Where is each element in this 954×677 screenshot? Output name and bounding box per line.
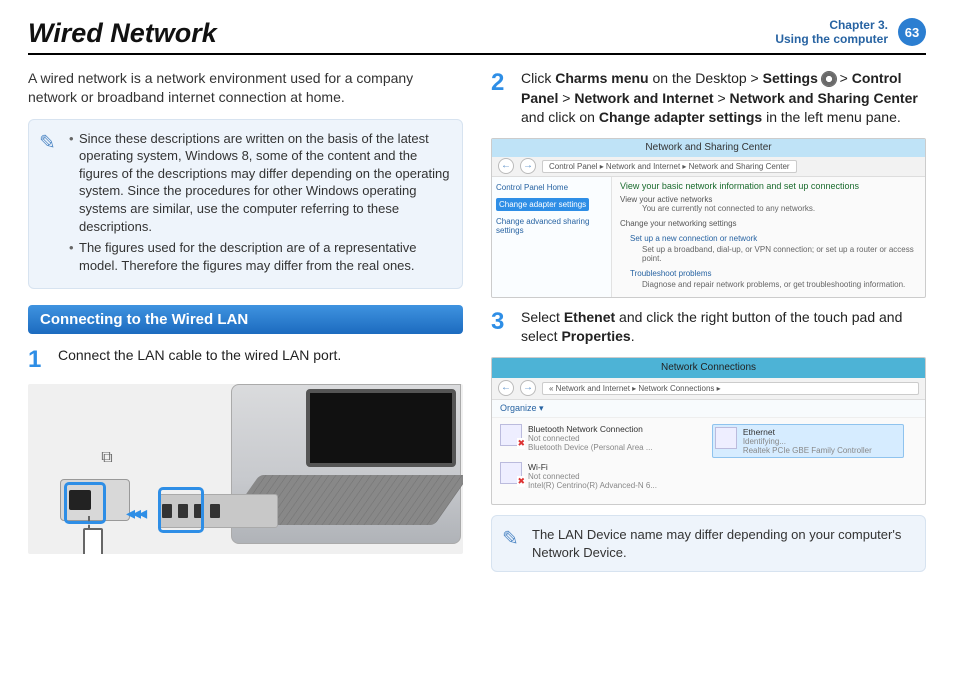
connection-item-wifi[interactable]: Wi-Fi Not connected Intel(R) Centrino(R)…: [500, 462, 692, 490]
note-bullet: Since these descriptions are written on …: [69, 130, 450, 235]
note-text: The LAN Device name may differ depending…: [532, 527, 901, 560]
network-icon: ⧉: [96, 449, 118, 471]
figure-network-connections: Network Connections ← → « Network and In…: [491, 357, 926, 505]
step-number: 2: [491, 69, 511, 128]
pencil-note-icon: ✎: [502, 526, 519, 553]
nav-bar: ← → Control Panel ▸ Network and Internet…: [492, 157, 925, 177]
nav-bar: ← → « Network and Internet ▸ Network Con…: [492, 378, 925, 400]
breadcrumb[interactable]: Control Panel ▸ Network and Internet ▸ N…: [542, 160, 797, 173]
page-title: Wired Network: [28, 18, 217, 49]
step-1: 1 Connect the LAN cable to the wired LAN…: [28, 346, 463, 374]
figure-lan-port: ⧉ ◂◂◂: [28, 384, 463, 554]
network-adapter-icon: [715, 427, 737, 449]
chapter-info: Chapter 3. Using the computer 63: [775, 18, 926, 47]
note-box: ✎ Since these descriptions are written o…: [28, 119, 463, 289]
link[interactable]: Troubleshoot problems: [630, 269, 712, 278]
status-text: You are currently not connected to any n…: [642, 204, 917, 213]
chapter-line2: Using the computer: [775, 32, 888, 46]
step-3: 3 Select Ethenet and click the right but…: [491, 308, 926, 347]
intro-text: A wired network is a network environment…: [28, 69, 463, 107]
right-column: 2 Click Charms menu on the Desktop > Set…: [491, 69, 926, 588]
lan-plug-icon: [83, 528, 103, 554]
step-text: Connect the LAN cable to the wired LAN p…: [58, 346, 341, 374]
note-box: ✎ The LAN Device name may differ dependi…: [491, 515, 926, 572]
sidebar-link-selected[interactable]: Change adapter settings: [496, 198, 589, 211]
chapter-line1: Chapter 3.: [775, 18, 888, 32]
step-number: 3: [491, 308, 511, 347]
left-column: A wired network is a network environment…: [28, 69, 463, 588]
panel-heading: View your basic network information and …: [620, 181, 917, 191]
highlight-marker: [64, 482, 106, 524]
label: View your active networks: [620, 195, 917, 204]
window-title: Network and Sharing Center: [492, 139, 925, 157]
window-title: Network Connections: [492, 358, 925, 378]
network-adapter-icon: [500, 462, 522, 484]
label: Change your networking settings: [620, 219, 917, 228]
sidebar-link[interactable]: Change advanced sharing settings: [496, 217, 607, 235]
forward-button[interactable]: →: [520, 380, 536, 396]
note-bullet: The figures used for the description are…: [69, 239, 450, 274]
step-text: Select Ethenet and click the right butto…: [521, 308, 926, 347]
back-button[interactable]: ←: [498, 380, 514, 396]
step-number: 1: [28, 346, 48, 374]
page-header: Wired Network Chapter 3. Using the compu…: [28, 18, 926, 55]
connection-item-bluetooth[interactable]: Bluetooth Network Connection Not connect…: [500, 424, 692, 458]
settings-gear-icon: [822, 72, 836, 86]
figure-network-sharing-center: Network and Sharing Center ← → Control P…: [491, 138, 926, 298]
organize-menu[interactable]: Organize ▾: [492, 400, 925, 418]
page-number-badge: 63: [898, 18, 926, 46]
section-heading: Connecting to the Wired LAN: [28, 305, 463, 334]
side-panel: Control Panel Home Change adapter settin…: [492, 177, 612, 297]
breadcrumb[interactable]: « Network and Internet ▸ Network Connect…: [542, 382, 919, 395]
sidebar-link[interactable]: Control Panel Home: [496, 183, 607, 192]
connection-item-ethernet[interactable]: Ethernet Identifying... Realtek PCIe GBE…: [712, 424, 904, 458]
forward-button[interactable]: →: [520, 158, 536, 174]
link[interactable]: Set up a new connection or network: [630, 234, 757, 243]
description: Diagnose and repair network problems, or…: [642, 280, 917, 289]
network-adapter-icon: [500, 424, 522, 446]
step-2: 2 Click Charms menu on the Desktop > Set…: [491, 69, 926, 128]
main-panel: View your basic network information and …: [612, 177, 925, 297]
pencil-note-icon: ✎: [39, 130, 56, 157]
back-button[interactable]: ←: [498, 158, 514, 174]
highlight-marker: [158, 487, 204, 533]
description: Set up a broadband, dial-up, or VPN conn…: [642, 245, 917, 263]
arrow-icon: ◂◂◂: [126, 503, 144, 524]
step-text: Click Charms menu on the Desktop > Setti…: [521, 69, 926, 128]
